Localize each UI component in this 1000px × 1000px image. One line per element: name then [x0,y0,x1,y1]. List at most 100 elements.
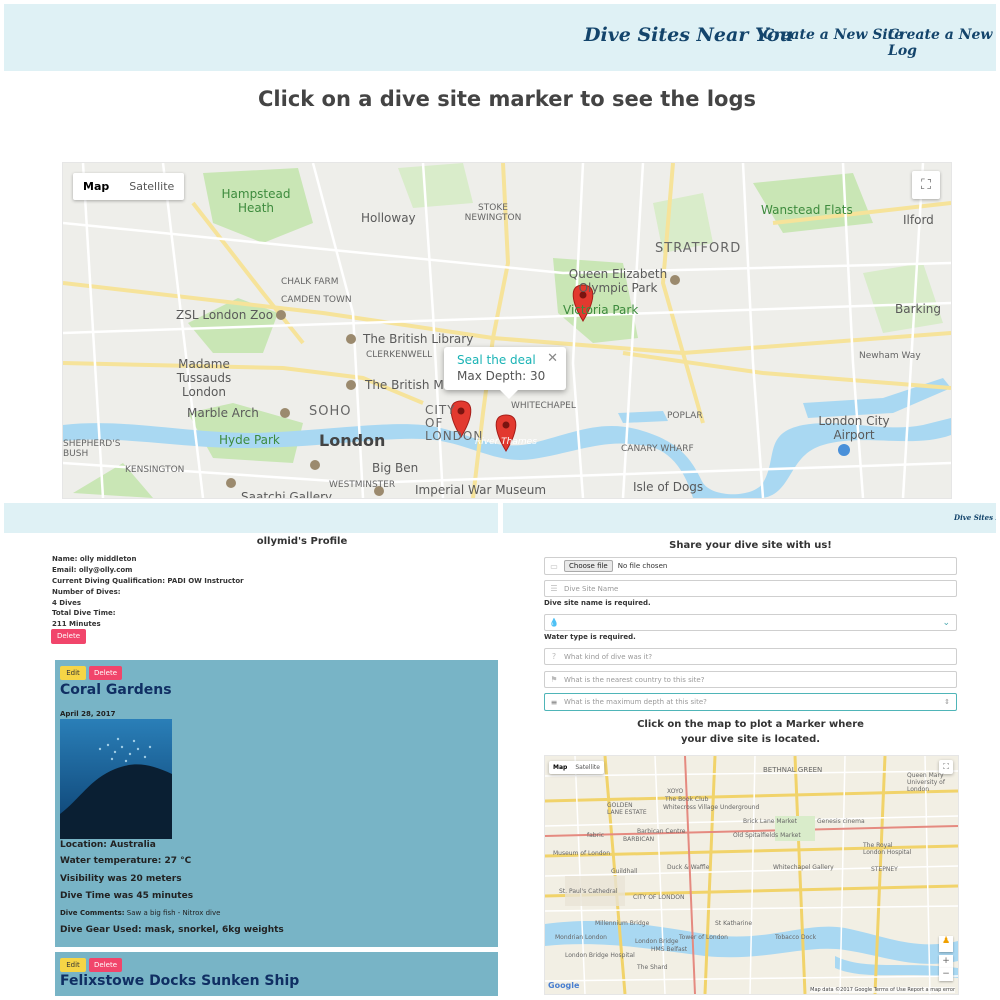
form-title: Share your dive site with us! [669,540,832,551]
profile-time-label: Total Dive Time: [52,609,116,617]
map-label: Hyde Park [219,433,280,447]
brand-link[interactable]: Dive Sites Near [954,513,996,522]
map-label: STOKE NEWINGTON [464,203,522,223]
name-required-msg: Dive site name is required. [544,599,651,607]
map-label: CANARY WHARF [621,444,694,454]
map-label: Madame Tussauds London [176,357,232,399]
terms-link[interactable]: Terms of Use [874,987,906,993]
map-type-satellite[interactable]: Satellite [571,761,604,774]
profile-email: Email: olly@olly.com [52,566,133,574]
delete-profile-button[interactable]: Delete [51,629,86,644]
map-label: BETHNAL GREEN [763,766,823,774]
map-type-map[interactable]: Map [73,173,119,200]
country-input[interactable]: ⚑ What is the nearest country to this si… [544,671,957,688]
google-logo: Google [548,981,580,990]
map-label: CAMDEN TOWN [281,295,352,305]
nav-create-log[interactable]: Create a New Log [888,27,996,59]
map-data-text: Map data ©2017 Google [810,987,873,993]
map-label: STEPNEY [871,866,898,873]
map-label: Duck & Waffle [667,864,710,871]
map-label: Brick Lane Market [743,818,797,825]
map-label: Saatchi Gallery [241,490,333,499]
choose-file-button[interactable]: Choose file [564,560,613,572]
map-label: Queen Mary University of London [907,772,945,793]
map-label: WHITECHAPEL [511,401,576,411]
zoom-out-icon[interactable]: − [939,968,953,981]
map-label: STRATFORD [655,241,742,256]
plot-site-map[interactable]: Map Satellite ⛶ BETHNAL GREEN Queen Mary… [544,755,959,995]
log-comments-label: Dive Comments: [60,909,125,917]
droplet-icon: 💧 [549,618,559,627]
map-label: SHEPHERD'S BUSH [63,439,121,459]
image-icon: ▭ [550,561,558,571]
map-label: Whitechapel Gallery [773,864,834,871]
delete-log-button[interactable]: Delete [89,958,122,972]
log-comments-text: Saw a big fish - Nitrox dive [126,909,221,917]
map-label: London City Airport [818,414,890,442]
map-label: Guildhall [611,868,638,875]
delete-log-button[interactable]: Delete [89,666,122,680]
map-label: BARBICAN [623,836,655,843]
popup-site-title[interactable]: Seal the deal [457,353,552,367]
log-visibility: Visibility was 20 meters [60,874,182,884]
map-label: Victoria Park [563,303,639,317]
map-label: Isle of Dogs [633,480,704,494]
map-label: WESTMINSTER [329,480,396,490]
no-file-text: No file chosen [617,562,668,570]
map-label: Barking [895,302,942,316]
stepper-icon[interactable]: ⇕ [944,698,950,706]
max-depth-placeholder: What is the maximum depth at this site? [564,698,707,706]
chevron-down-icon: ⌄ [942,617,950,628]
map-label: London [319,431,386,450]
close-icon[interactable]: ✕ [547,351,558,366]
dive-kind-input[interactable]: ? What kind of dive was it? [544,648,957,665]
map-label: Barbican Centre [637,828,686,835]
map-label: London Bridge Hospital [565,952,635,959]
edit-log-button[interactable]: Edit [60,958,86,972]
edit-log-button[interactable]: Edit [60,666,86,680]
map-label: Millennium Bridge [595,920,650,927]
map-label: River Thames [475,437,537,447]
map-type-satellite[interactable]: Satellite [119,173,184,200]
brand-link[interactable]: Dive Sites Near You [584,24,793,46]
log-photo [60,719,172,839]
map-label: Museum of London [553,850,611,857]
map-label: CITY OF LONDON [633,894,685,901]
profile-title: ollymid's Profile [256,536,348,547]
map-label: Genesis cinema [817,818,865,825]
log-title: Coral Gardens [60,682,172,698]
report-link[interactable]: Report a map error [907,987,955,993]
water-type-select[interactable]: 💧 ⌄ [544,614,957,631]
map-label: Mondrian London [555,934,607,941]
site-name-input[interactable]: ☰ Dive Site Name [544,580,957,597]
map-label: Old Spitalfields Market [733,832,801,839]
flag-icon: ⚑ [550,675,558,684]
dive-log-card: Edit Delete Felixstowe Docks Sunken Ship [55,952,498,996]
fullscreen-icon[interactable]: ⛶ [912,171,940,199]
nav-create-site[interactable]: Create a New Site [763,27,903,43]
pegman-icon[interactable]: ♟ [939,936,953,952]
dive-log-card: Edit Delete Coral Gardens April 28, 2017… [55,660,498,947]
map-type-toggle: Map Satellite [73,173,185,200]
map-attribution: Map data ©2017 Google Terms of Use Repor… [810,987,955,993]
dive-sites-map[interactable]: Map Satellite ⛶ Hampstead Heath Holloway… [62,162,952,499]
map-type-map[interactable]: Map [549,761,571,774]
log-comments: Dive Comments: Saw a big fish - Nitrox d… [60,909,220,917]
form-navbar: Dive Sites Near [503,503,996,533]
map-info-window: Seal the deal Max Depth: 30 ✕ [444,347,566,399]
map-label: The Royal London Hospital [863,842,912,856]
max-depth-input[interactable]: ≡ What is the maximum depth at this site… [544,693,957,711]
map-label: KENSINGTON [125,465,185,475]
map-label: The British Library [363,332,474,346]
map-label: Marble Arch [187,406,259,420]
zoom-in-icon[interactable]: + [939,955,953,968]
map-label: CITY OF LONDON [425,403,484,443]
map-label: London Bridge [635,938,679,945]
profile-name: Name: olly middleton [52,555,137,563]
map-label: HMS Belfast [651,946,688,953]
page-heading: Click on a dive site marker to see the l… [258,87,756,111]
popup-max-depth: Max Depth: 30 [457,369,546,383]
map-label: Hampstead Heath [221,187,291,215]
log-water-temp: Water temperature: 27 °C [60,856,192,866]
map-label: Whitecross Village Underground [663,804,760,811]
